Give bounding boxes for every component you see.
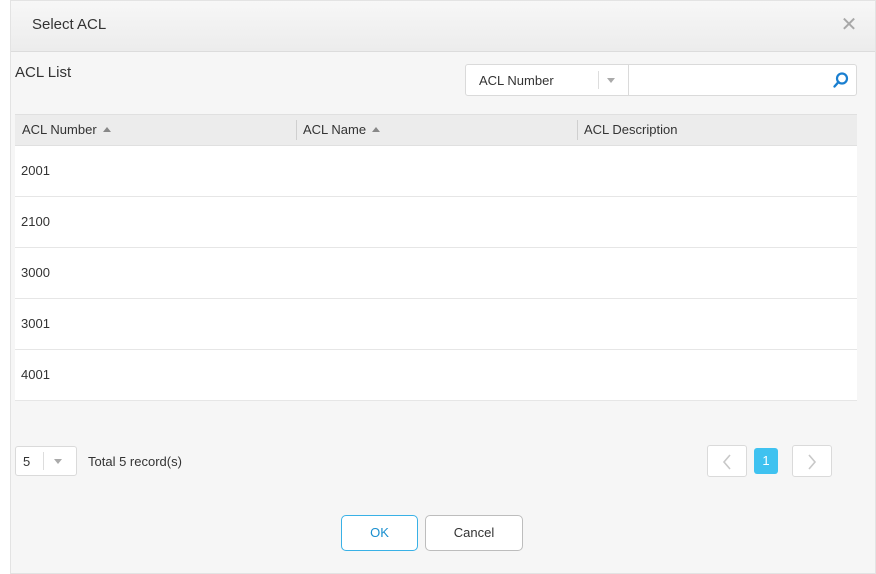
chevron-right-icon (808, 454, 817, 470)
column-header-acl-name[interactable]: ACL Name (303, 122, 381, 137)
chevron-down-icon[interactable] (54, 459, 62, 464)
table-row[interactable]: 2100 (15, 197, 857, 248)
page-size-select[interactable]: 5 (15, 446, 77, 476)
next-page-button[interactable] (792, 445, 832, 477)
sort-asc-icon (102, 127, 111, 133)
acl-number-cell: 2100 (21, 214, 50, 229)
acl-number-cell: 3001 (21, 316, 50, 331)
chevron-left-icon (722, 454, 731, 470)
search-field-select[interactable]: ACL Number (465, 64, 629, 96)
total-records: Total 5 record(s) (88, 454, 182, 469)
column-divider[interactable] (296, 120, 297, 140)
table-row[interactable]: 3000 (15, 248, 857, 299)
column-header-acl-number[interactable]: ACL Number (22, 122, 111, 137)
column-header-acl-description[interactable]: ACL Description (584, 122, 677, 137)
acl-number-cell: 2001 (21, 163, 50, 178)
close-icon[interactable]: ✕ (839, 13, 859, 37)
column-divider[interactable] (577, 120, 578, 140)
column-label: ACL Name (303, 122, 367, 137)
search-field-selected: ACL Number (479, 73, 554, 88)
table-row[interactable]: 3001 (15, 299, 857, 350)
cancel-button[interactable]: Cancel (425, 515, 523, 551)
ok-button[interactable]: OK (341, 515, 418, 551)
table-header: ACL Number ACL Name ACL Description (15, 114, 857, 146)
select-divider (43, 452, 44, 470)
column-label: ACL Number (22, 122, 97, 137)
search-box (628, 64, 857, 96)
page-number-button[interactable]: 1 (754, 448, 778, 474)
acl-list-title: ACL List (15, 64, 72, 81)
acl-number-cell: 4001 (21, 367, 50, 382)
page-size-value: 5 (23, 454, 31, 469)
search-icon[interactable] (832, 71, 850, 89)
dialog-title: Select ACL (32, 16, 107, 33)
dialog-titlebar: Select ACL ✕ (11, 1, 875, 52)
acl-table: ACL Number ACL Name ACL Description 2001… (15, 114, 857, 401)
sort-asc-icon (372, 127, 381, 133)
chevron-down-icon[interactable] (607, 78, 615, 83)
prev-page-button[interactable] (707, 445, 747, 477)
acl-number-cell: 3000 (21, 265, 50, 280)
search-input[interactable] (635, 69, 815, 91)
table-row[interactable]: 2001 (15, 146, 857, 197)
select-divider (598, 71, 599, 89)
table-row[interactable]: 4001 (15, 350, 857, 401)
